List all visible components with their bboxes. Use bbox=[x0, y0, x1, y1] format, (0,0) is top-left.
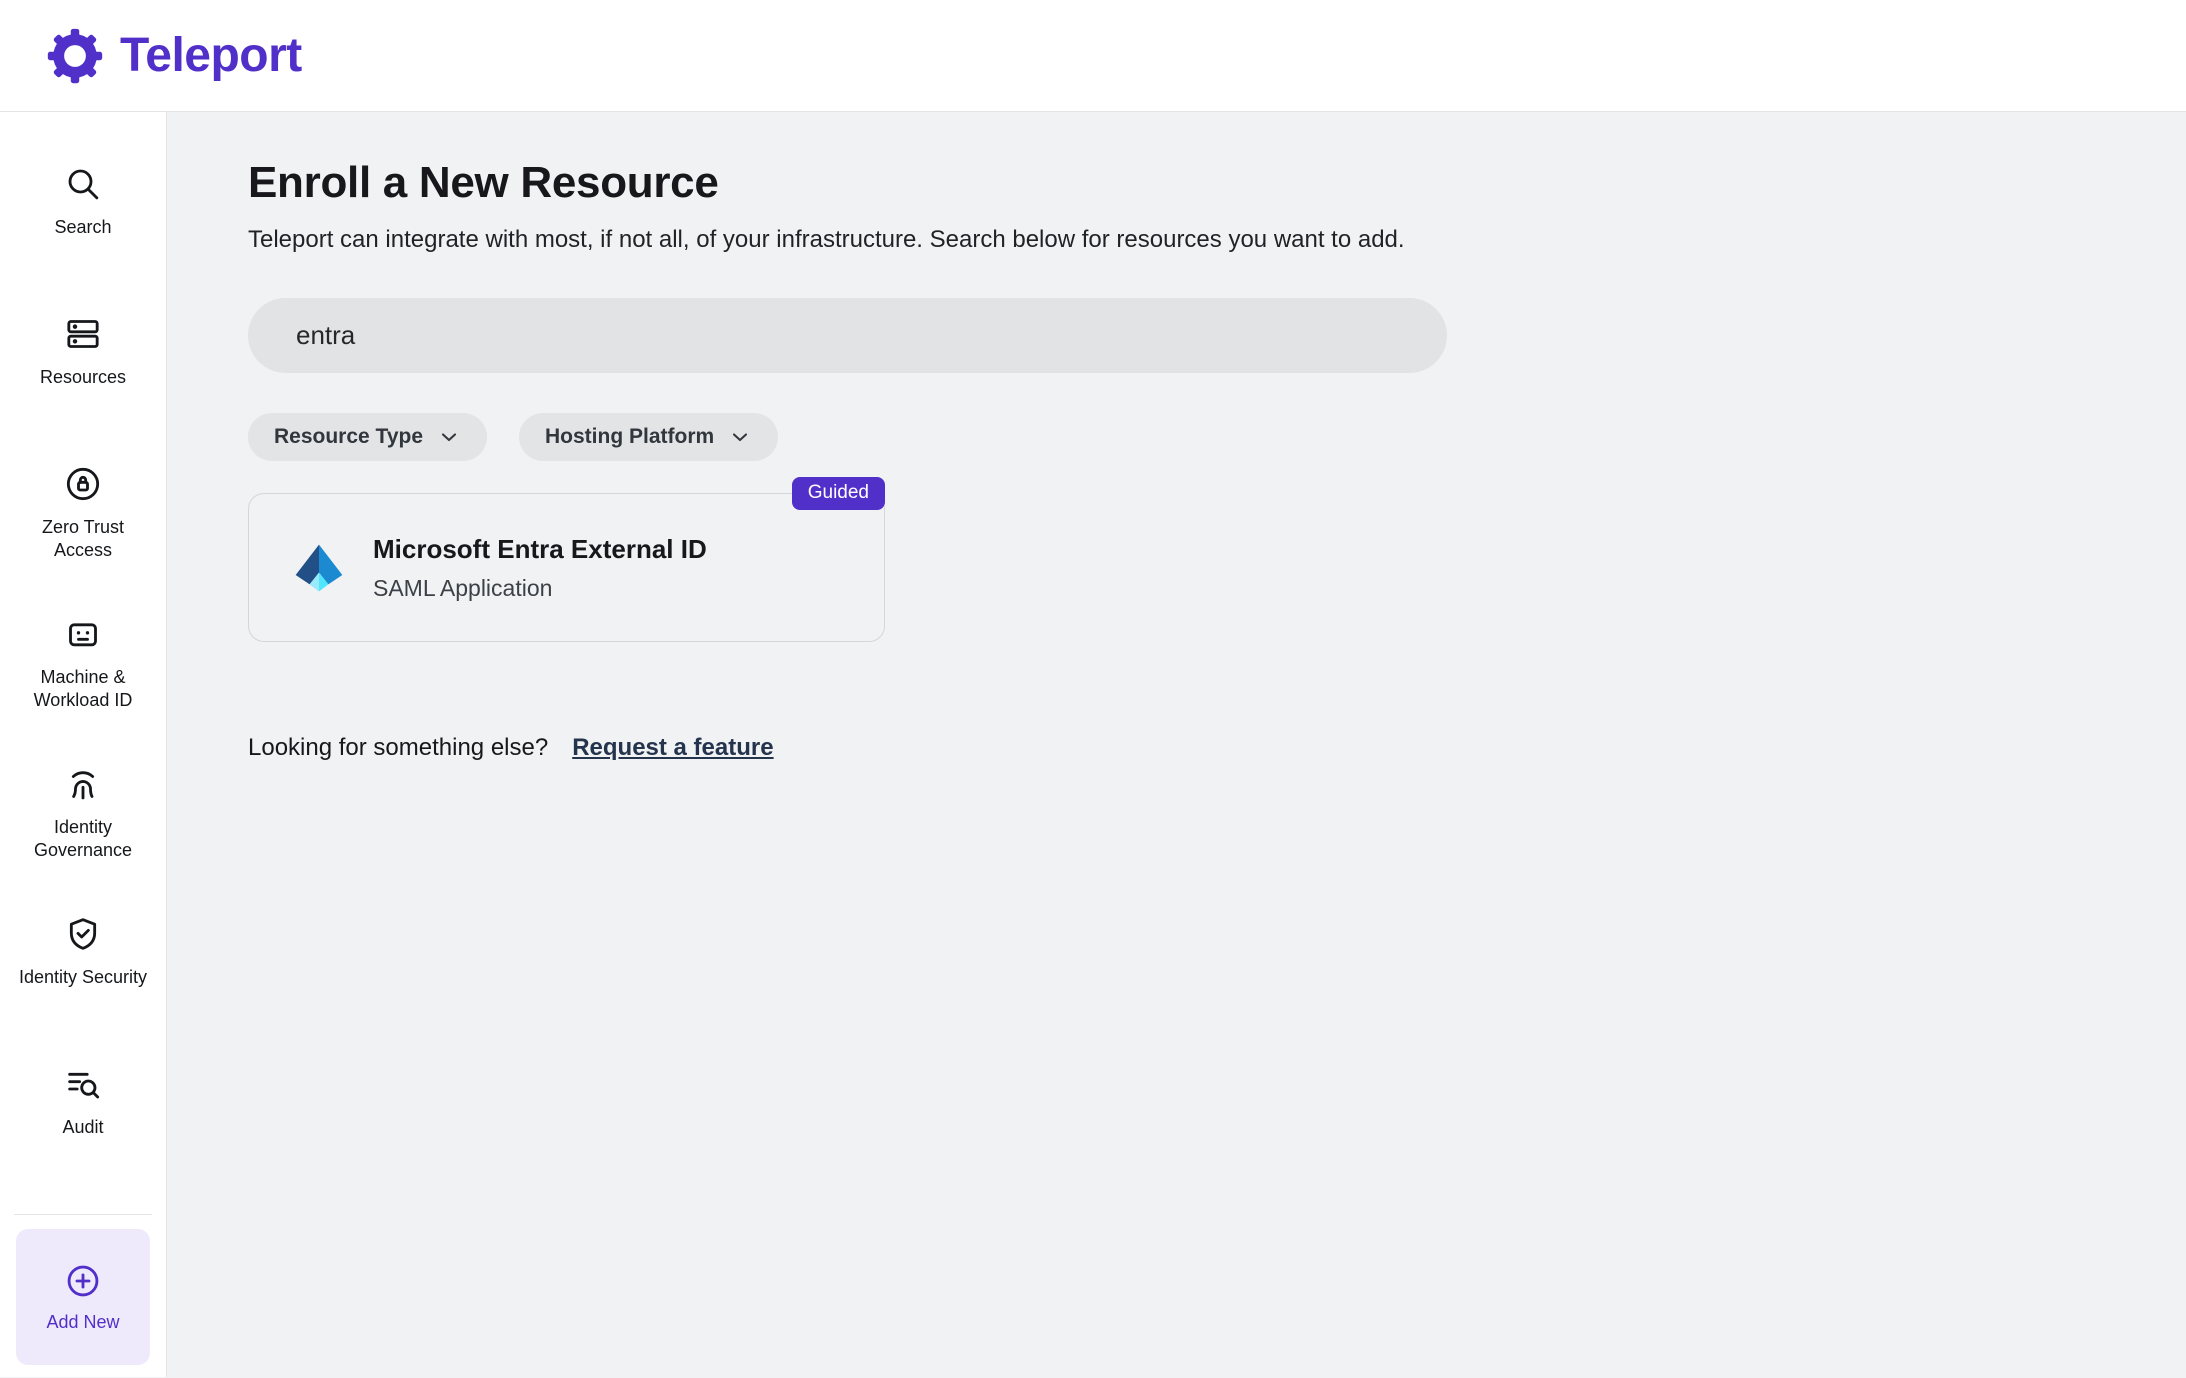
sidebar-item-identity-governance[interactable]: Identity Governance bbox=[0, 760, 166, 910]
sidebar-item-search[interactable]: Search bbox=[0, 160, 166, 310]
filter-row: Resource Type Hosting Platform bbox=[248, 413, 2126, 461]
plus-circle-icon bbox=[64, 1262, 102, 1300]
chevron-down-icon bbox=[728, 425, 752, 449]
identity-security-icon bbox=[63, 914, 103, 954]
resource-type-filter-button[interactable]: Resource Type bbox=[248, 413, 487, 461]
sidebar-item-identity-security[interactable]: Identity Security bbox=[0, 910, 166, 1060]
sidebar-item-resources[interactable]: Resources bbox=[0, 310, 166, 460]
resource-card-microsoft-entra[interactable]: Guided Microsoft Entra External ID SAML … bbox=[248, 493, 885, 642]
sidebar-item-label: Resources bbox=[40, 366, 126, 389]
search-icon bbox=[63, 164, 103, 204]
resource-type-filter-label: Resource Type bbox=[274, 425, 423, 449]
resource-card-text: Microsoft Entra External ID SAML Applica… bbox=[373, 534, 707, 602]
sidebar-divider bbox=[14, 1214, 152, 1215]
resources-icon bbox=[63, 314, 103, 354]
sidebar-item-label: Identity Governance bbox=[12, 816, 154, 863]
teleport-gear-icon bbox=[46, 27, 104, 85]
sidebar-item-label: Audit bbox=[62, 1116, 103, 1139]
request-feature-link[interactable]: Request a feature bbox=[572, 734, 773, 762]
sidebar-item-machine-workload-id[interactable]: Machine & Workload ID bbox=[0, 610, 166, 760]
zero-trust-access-icon bbox=[63, 464, 103, 504]
resource-search-input[interactable] bbox=[248, 298, 1447, 373]
sidebar-item-label: Search bbox=[54, 216, 111, 239]
hosting-platform-filter-button[interactable]: Hosting Platform bbox=[519, 413, 778, 461]
sidebar-item-audit[interactable]: Audit bbox=[0, 1060, 166, 1210]
teleport-logo-text: Teleport bbox=[120, 28, 302, 83]
add-new-label: Add New bbox=[46, 1312, 119, 1333]
sidebar-item-label: Machine & Workload ID bbox=[12, 666, 154, 713]
main-frame: Search Resources Zero Trust Access bbox=[0, 112, 2186, 1377]
microsoft-entra-icon bbox=[291, 540, 347, 596]
sidebar-item-label: Identity Security bbox=[19, 966, 147, 989]
hosting-platform-filter-label: Hosting Platform bbox=[545, 425, 714, 449]
topbar: Teleport bbox=[0, 0, 2186, 112]
footer-row: Looking for something else? Request a fe… bbox=[248, 734, 2126, 762]
sidebar-item-zero-trust-access[interactable]: Zero Trust Access bbox=[0, 460, 166, 610]
sidebar-item-label: Zero Trust Access bbox=[12, 516, 154, 563]
identity-governance-icon bbox=[63, 764, 103, 804]
resource-card-title: Microsoft Entra External ID bbox=[373, 534, 707, 565]
sidebar: Search Resources Zero Trust Access bbox=[0, 112, 167, 1377]
page-title: Enroll a New Resource bbox=[248, 158, 2126, 208]
resource-card-subtitle: SAML Application bbox=[373, 575, 707, 602]
machine-workload-id-icon bbox=[63, 614, 103, 654]
audit-icon bbox=[63, 1064, 103, 1104]
chevron-down-icon bbox=[437, 425, 461, 449]
guided-badge: Guided bbox=[792, 477, 885, 510]
teleport-logo[interactable]: Teleport bbox=[46, 27, 302, 85]
page-subtitle: Teleport can integrate with most, if not… bbox=[248, 226, 2126, 254]
enroll-resource-page: Enroll a New Resource Teleport can integ… bbox=[167, 112, 2186, 1377]
sidebar-add-new-button[interactable]: Add New bbox=[16, 1229, 150, 1365]
footer-text: Looking for something else? bbox=[248, 734, 548, 762]
app-root: Teleport Search Resources bbox=[0, 0, 2186, 1378]
